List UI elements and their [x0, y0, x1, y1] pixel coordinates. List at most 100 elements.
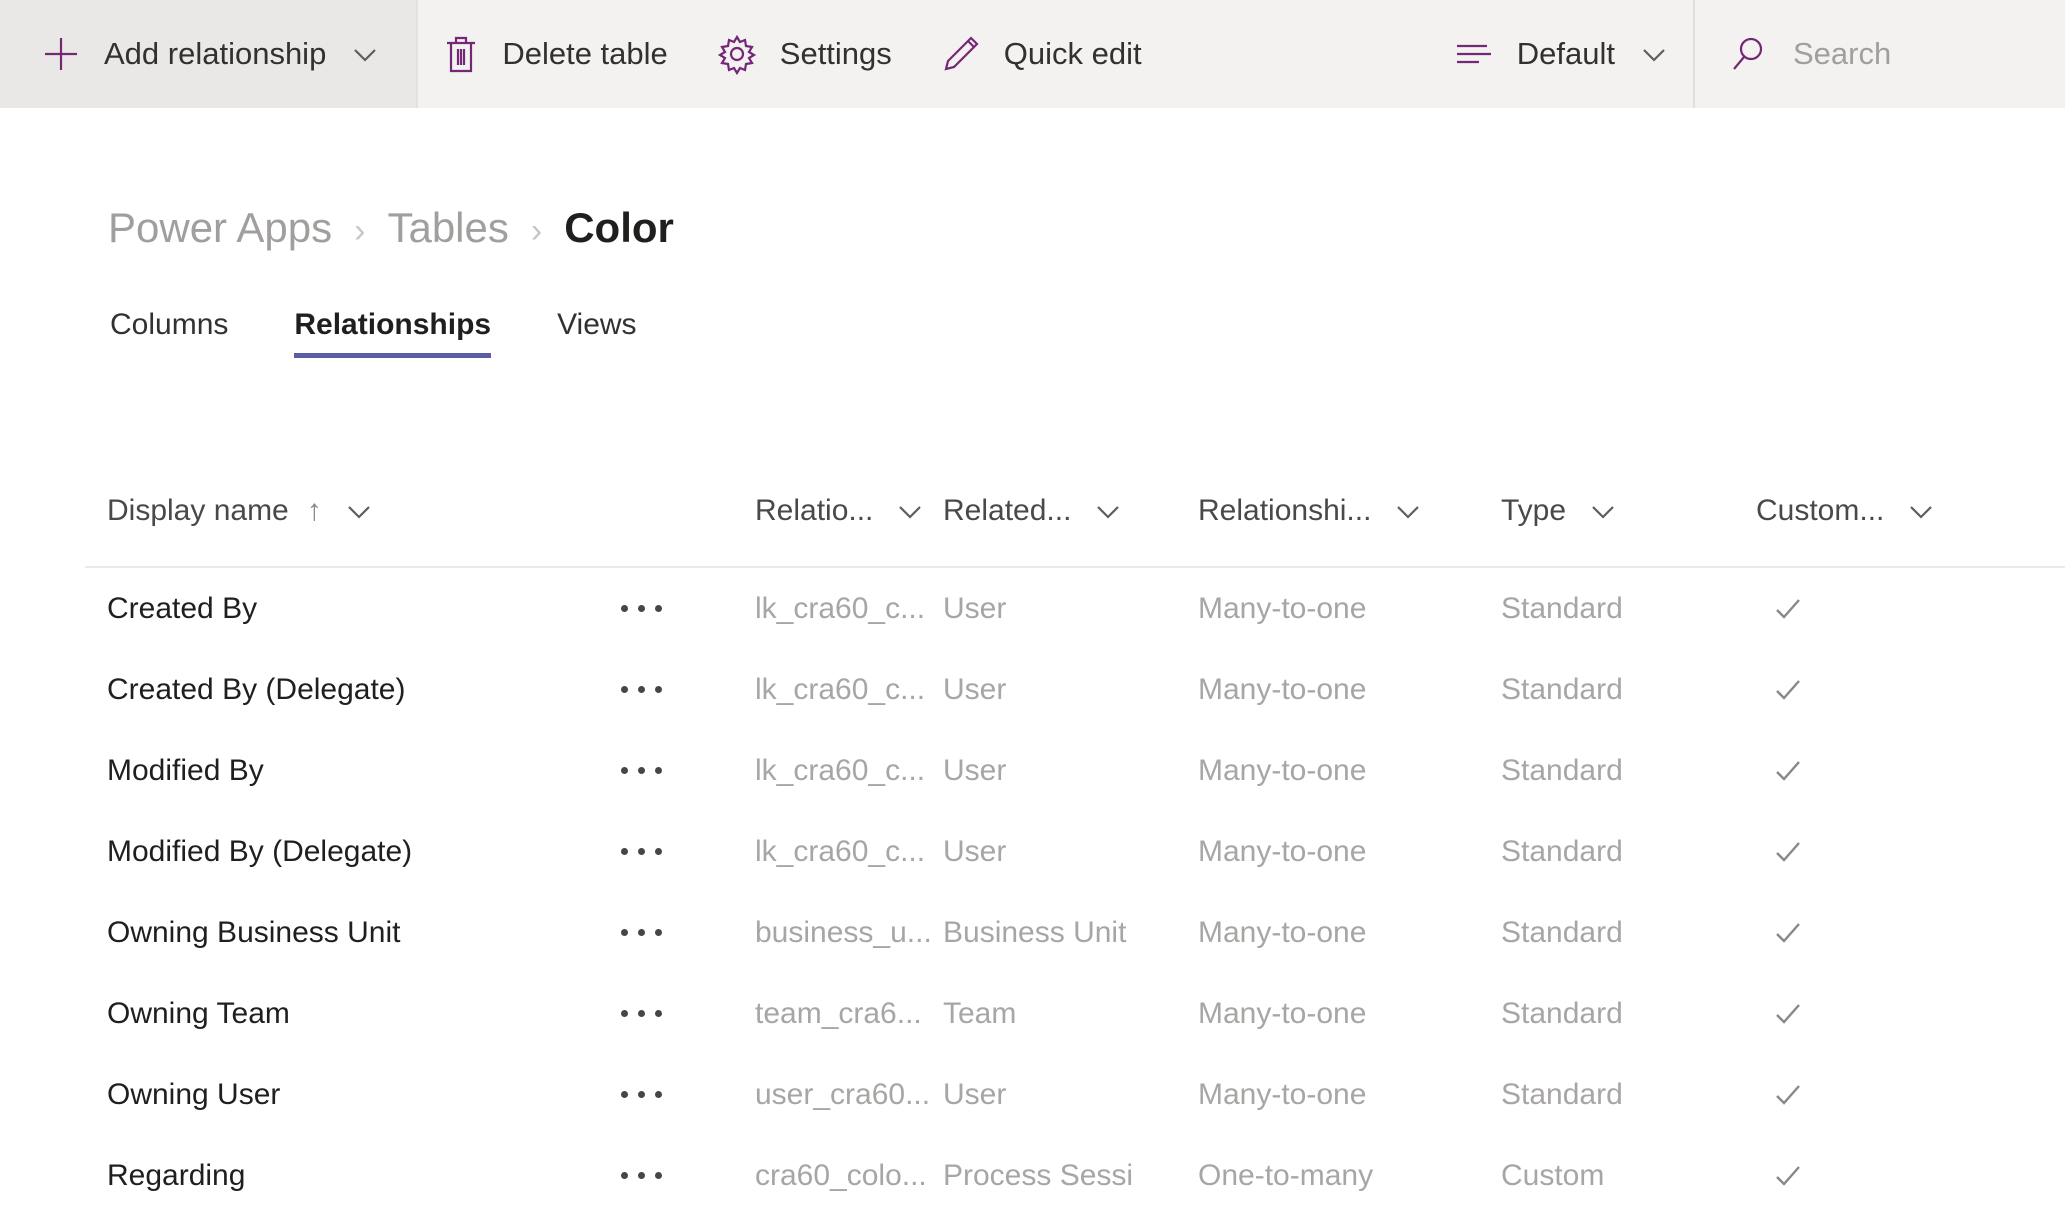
table-row[interactable]: Created By lk_cra60_c... User Many-to-on… [85, 568, 2065, 649]
cell-customizable [1756, 1158, 2016, 1194]
ellipsis-icon[interactable] [615, 753, 668, 788]
column-header-type[interactable]: Type [1501, 494, 1756, 528]
table-row[interactable]: Owning Team team_cra6... Team Many-to-on… [85, 973, 2065, 1054]
check-icon [1770, 996, 1806, 1032]
column-header-display-name-label: Display name [107, 494, 289, 527]
cell-relationship-name: lk_cra60_c... [755, 672, 926, 706]
row-menu-button[interactable] [615, 1077, 755, 1112]
cell-related-table: Team [943, 996, 1017, 1030]
chevron-down-icon[interactable] [350, 39, 380, 69]
cell-type: Standard [1501, 1077, 1623, 1111]
cell-display-name: Created By [107, 591, 258, 625]
table-row[interactable]: Created By (Delegate) lk_cra60_c... User… [85, 649, 2065, 730]
cell-type: Standard [1501, 672, 1623, 706]
table-row[interactable]: Modified By (Delegate) lk_cra60_c... Use… [85, 811, 2065, 892]
table-row[interactable]: Regarding cra60_colo... Process Sessi On… [85, 1135, 2065, 1216]
view-selector-button[interactable]: Default [1429, 0, 1693, 108]
cell-display-name: Created By (Delegate) [107, 672, 406, 706]
pencil-icon [940, 33, 982, 75]
cell-display-name: Modified By (Delegate) [107, 834, 413, 868]
settings-label: Settings [779, 36, 892, 71]
ellipsis-icon[interactable] [615, 915, 668, 950]
search-placeholder: Search [1793, 36, 1892, 71]
row-menu-button[interactable] [615, 753, 755, 788]
cell-related-table: User [943, 753, 1007, 787]
column-header-related-table[interactable]: Related... [943, 494, 1198, 528]
cell-display-name: Owning Team [107, 996, 290, 1030]
delete-table-button[interactable]: Delete table [418, 0, 691, 108]
cell-related-table: User [943, 591, 1007, 625]
view-selector-label: Default [1516, 36, 1615, 71]
tab-relationships-label: Relationships [294, 308, 492, 341]
cell-relationship-type: Many-to-one [1198, 591, 1367, 625]
trash-icon [442, 33, 480, 75]
ellipsis-icon[interactable] [615, 1077, 668, 1112]
cell-customizable [1756, 834, 2016, 870]
ellipsis-icon[interactable] [615, 996, 668, 1031]
breadcrumb-item-tables[interactable]: Tables [387, 204, 508, 252]
add-relationship-label: Add relationship [104, 36, 327, 71]
chevron-down-icon[interactable] [1906, 496, 1936, 526]
column-header-display-name[interactable]: Display name ↑ [85, 494, 615, 528]
chevron-down-icon[interactable] [1588, 496, 1618, 526]
ellipsis-icon[interactable] [615, 672, 668, 707]
row-menu-button[interactable] [615, 915, 755, 950]
cell-customizable [1756, 672, 2016, 708]
cell-relationship-type: One-to-many [1198, 1158, 1374, 1192]
cell-related-table: User [943, 672, 1007, 706]
table-row[interactable]: Owning User user_cra60... User Many-to-o… [85, 1054, 2065, 1135]
cell-customizable [1756, 915, 2016, 951]
check-icon [1770, 834, 1806, 870]
search-icon [1729, 34, 1769, 74]
row-menu-button[interactable] [615, 1158, 755, 1193]
row-menu-button[interactable] [615, 591, 755, 626]
column-header-related-table-label: Related... [943, 494, 1072, 527]
tab-views[interactable]: Views [557, 308, 636, 358]
chevron-down-icon[interactable] [895, 496, 925, 526]
quick-edit-button[interactable]: Quick edit [916, 0, 1166, 108]
check-icon [1770, 1077, 1806, 1113]
command-bar: Add relationship Delete table Settings Q… [0, 0, 2065, 108]
breadcrumb-separator-icon: › [530, 212, 543, 250]
chevron-down-icon[interactable] [1639, 39, 1669, 69]
cell-relationship-type: Many-to-one [1198, 1077, 1367, 1111]
column-header-relationship-type-label: Relationshi... [1198, 494, 1372, 527]
check-icon [1770, 753, 1806, 789]
cell-type: Standard [1501, 834, 1623, 868]
tab-columns-label: Columns [110, 308, 229, 341]
view-list-icon [1453, 38, 1495, 70]
breadcrumb: Power Apps › Tables › Color [108, 204, 674, 252]
row-menu-button[interactable] [615, 834, 755, 869]
cell-relationship-type: Many-to-one [1198, 996, 1367, 1030]
cell-relationship-name: lk_cra60_c... [755, 834, 926, 868]
tab-columns[interactable]: Columns [110, 308, 228, 358]
breadcrumb-separator-icon: › [354, 212, 366, 250]
cell-related-table: User [943, 1077, 1007, 1111]
table-row[interactable]: Owning Business Unit business_u... Busin… [85, 892, 2065, 973]
add-relationship-button[interactable]: Add relationship [0, 0, 417, 108]
ellipsis-icon[interactable] [615, 1158, 668, 1193]
chevron-down-icon[interactable] [1093, 496, 1123, 526]
search-input[interactable]: Search [1695, 0, 2065, 108]
check-icon [1770, 672, 1806, 708]
cell-relationship-type: Many-to-one [1198, 915, 1367, 949]
cell-customizable [1756, 996, 2016, 1032]
settings-button[interactable]: Settings [692, 0, 916, 108]
cell-customizable [1756, 591, 2016, 627]
chevron-down-icon[interactable] [1393, 496, 1423, 526]
table-row[interactable]: Modified By lk_cra60_c... User Many-to-o… [85, 730, 2065, 811]
cell-type: Standard [1501, 591, 1623, 625]
row-menu-button[interactable] [615, 672, 755, 707]
gear-icon [716, 33, 758, 76]
row-menu-button[interactable] [615, 996, 755, 1031]
column-header-relationship-type[interactable]: Relationshi... [1198, 494, 1501, 528]
ellipsis-icon[interactable] [615, 591, 668, 626]
cell-relationship-name: user_cra60... [755, 1077, 931, 1111]
column-header-relationship-name[interactable]: Relatio... [755, 494, 943, 528]
chevron-down-icon[interactable] [344, 496, 374, 526]
ellipsis-icon[interactable] [615, 834, 668, 869]
cell-relationship-type: Many-to-one [1198, 672, 1367, 706]
tab-relationships[interactable]: Relationships [294, 308, 491, 358]
column-header-customizable[interactable]: Custom... [1756, 494, 2016, 528]
breadcrumb-item-power-apps[interactable]: Power Apps [108, 204, 332, 252]
